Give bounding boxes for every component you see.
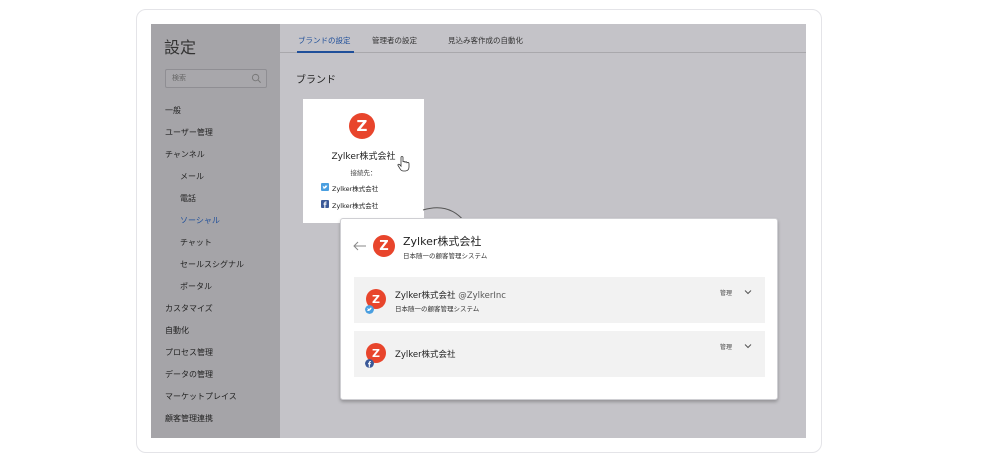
sidebar-item-automation[interactable]: 自動化: [165, 325, 189, 336]
sidebar-search-input[interactable]: 検索: [165, 69, 267, 88]
brand-card[interactable]: Z Zylker株式会社 接続先： Zylker株式会社 Zylker株式会社: [303, 99, 424, 223]
account-display-name: Zylker株式会社: [395, 291, 456, 301]
sidebar-item-phone[interactable]: 電話: [180, 193, 196, 204]
popup-brand-logo: Z: [373, 235, 395, 257]
account-name: Zylker株式会社 @ZylkerInc: [395, 289, 506, 301]
facebook-icon: [321, 200, 329, 208]
sidebar-item-email[interactable]: メール: [180, 171, 204, 182]
chevron-down-icon[interactable]: [744, 289, 752, 295]
sidebar-item-sales-signals[interactable]: セールスシグナル: [180, 259, 244, 270]
twitter-account-row[interactable]: Z Zylker株式会社 @ZylkerInc 日本随一の顧客管理システム 管理: [354, 277, 765, 323]
twitter-icon: [365, 305, 374, 314]
account-handle: @ZylkerInc: [458, 291, 506, 301]
facebook-account-label: Zylker株式会社: [332, 202, 379, 210]
sidebar-item-general[interactable]: 一般: [165, 105, 181, 116]
hand-cursor-icon: [397, 156, 410, 172]
popup-title: Zylker株式会社: [403, 235, 482, 248]
sidebar-item-crm-integration[interactable]: 顧客管理連携: [165, 413, 213, 424]
twitter-account-label: Zylker株式会社: [332, 185, 379, 193]
settings-sidebar: 設定 検索 一般 ユーザー管理 チャンネル メール 電話 ソーシャル チャット …: [151, 24, 280, 438]
manage-button[interactable]: 管理: [720, 342, 732, 351]
sidebar-item-process-management[interactable]: プロセス管理: [165, 347, 213, 358]
tab-brand-settings[interactable]: ブランドの設定: [298, 35, 351, 46]
section-title: ブランド: [296, 75, 336, 86]
sidebar-item-customize[interactable]: カスタマイズ: [165, 303, 213, 314]
account-name: Zylker株式会社: [395, 350, 456, 360]
tab-admin-settings[interactable]: 管理者の設定: [372, 35, 417, 46]
twitter-icon: [321, 183, 329, 191]
popup-subtitle: 日本随一の顧客管理システム: [403, 252, 488, 260]
sidebar-item-marketplace[interactable]: マーケットプレイス: [165, 391, 237, 402]
sidebar-item-data-management[interactable]: データの管理: [165, 369, 213, 380]
sidebar-item-social[interactable]: ソーシャル: [180, 215, 220, 226]
tab-lead-automation[interactable]: 見込み客作成の自動化: [448, 35, 523, 46]
active-tab-indicator: [297, 51, 354, 53]
search-icon: [251, 73, 261, 83]
facebook-icon: [365, 359, 374, 368]
sidebar-item-user-management[interactable]: ユーザー管理: [165, 127, 213, 138]
search-placeholder: 検索: [172, 74, 186, 82]
facebook-account-row[interactable]: Z Zylker株式会社 管理: [354, 331, 765, 377]
sidebar-title: 設定: [164, 38, 197, 57]
back-arrow-icon[interactable]: [353, 241, 367, 251]
tab-bar: ブランドの設定 管理者の設定 見込み客作成の自動化: [280, 24, 806, 53]
brand-preview-popup: Z Zylker株式会社 日本随一の顧客管理システム Z Zylker株式会社 …: [340, 218, 778, 400]
sidebar-item-portal[interactable]: ポータル: [180, 281, 212, 292]
account-description: 日本随一の顧客管理システム: [395, 305, 480, 313]
chevron-down-icon[interactable]: [744, 343, 752, 349]
sidebar-item-channels[interactable]: チャンネル: [165, 149, 205, 160]
brand-logo: Z: [349, 113, 375, 139]
sidebar-item-chat[interactable]: チャット: [180, 237, 212, 248]
manage-button[interactable]: 管理: [720, 288, 732, 297]
